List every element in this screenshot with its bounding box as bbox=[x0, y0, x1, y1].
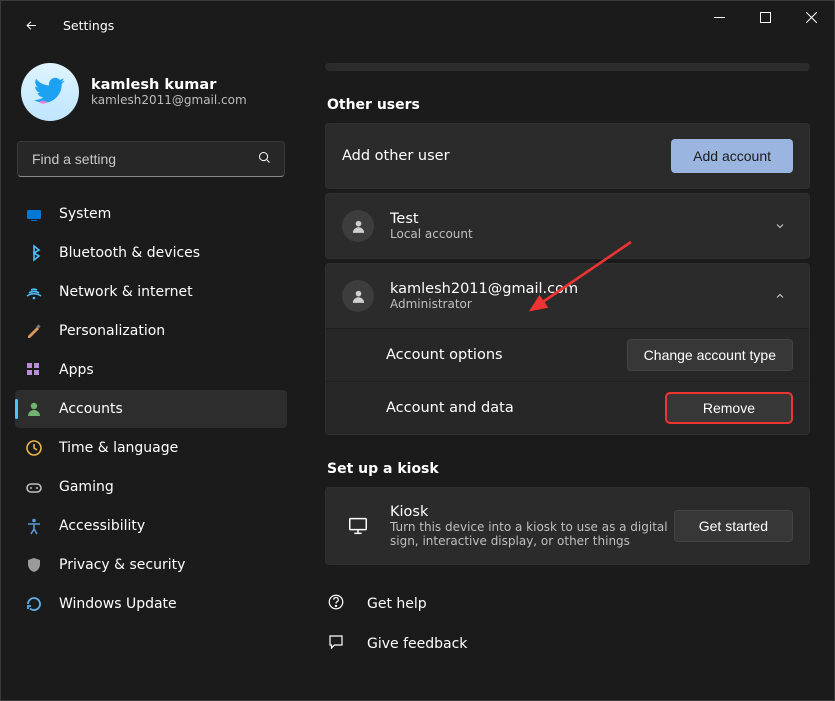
nav-label: Gaming bbox=[59, 479, 114, 495]
nav-label: Network & internet bbox=[59, 284, 193, 300]
personalization-icon bbox=[25, 322, 43, 340]
gaming-icon bbox=[25, 478, 43, 496]
maximize-button[interactable] bbox=[742, 1, 788, 33]
user-name: kamlesh2011@gmail.com bbox=[390, 281, 578, 297]
profile-name: kamlesh kumar bbox=[91, 77, 247, 93]
nav-item-privacy[interactable]: Privacy & security bbox=[15, 546, 287, 584]
apps-icon bbox=[25, 361, 43, 379]
update-icon bbox=[25, 595, 43, 613]
time-icon bbox=[25, 439, 43, 457]
kiosk-card: Kiosk Turn this device into a kiosk to u… bbox=[325, 487, 810, 565]
user-sub: Administrator bbox=[390, 297, 578, 311]
account-options-row: Account options Change account type bbox=[326, 328, 809, 381]
get-help-link[interactable]: Get help bbox=[325, 589, 810, 619]
nav-label: Personalization bbox=[59, 323, 165, 339]
nav-item-accounts[interactable]: Accounts bbox=[15, 390, 287, 428]
network-icon bbox=[25, 283, 43, 301]
account-data-label: Account and data bbox=[386, 400, 514, 416]
nav-item-time[interactable]: Time & language bbox=[15, 429, 287, 467]
bluetooth-icon bbox=[25, 244, 43, 262]
kiosk-get-started-button[interactable]: Get started bbox=[674, 510, 793, 542]
profile-email: kamlesh2011@gmail.com bbox=[91, 93, 247, 107]
close-button[interactable] bbox=[788, 1, 834, 33]
kiosk-icon bbox=[342, 510, 374, 542]
nav-item-accessibility[interactable]: Accessibility bbox=[15, 507, 287, 545]
section-other-users: Other users bbox=[327, 97, 810, 113]
user-card-test[interactable]: Test Local account bbox=[325, 193, 810, 259]
nav-label: System bbox=[59, 206, 111, 222]
nav-item-system[interactable]: System bbox=[15, 195, 287, 233]
add-other-user-label: Add other user bbox=[342, 148, 450, 164]
profile-block[interactable]: kamlesh kumar kamlesh2011@gmail.com bbox=[15, 49, 287, 141]
add-other-user-card: Add other user Add account bbox=[325, 123, 810, 189]
kiosk-title: Kiosk bbox=[390, 504, 674, 520]
nav-item-gaming[interactable]: Gaming bbox=[15, 468, 287, 506]
nav-label: Privacy & security bbox=[59, 557, 185, 573]
change-account-type-button[interactable]: Change account type bbox=[627, 339, 793, 371]
privacy-icon bbox=[25, 556, 43, 574]
nav-label: Apps bbox=[59, 362, 94, 378]
user-row[interactable]: kamlesh2011@gmail.com Administrator bbox=[326, 264, 809, 328]
remove-button[interactable]: Remove bbox=[665, 392, 793, 424]
kiosk-desc: Turn this device into a kiosk to use as … bbox=[390, 520, 670, 548]
window-title: Settings bbox=[63, 18, 114, 33]
back-button[interactable] bbox=[17, 11, 45, 39]
search-icon bbox=[257, 150, 272, 169]
accounts-icon bbox=[25, 400, 43, 418]
user-icon bbox=[342, 280, 374, 312]
accessibility-icon bbox=[25, 517, 43, 535]
nav-label: Windows Update bbox=[59, 596, 177, 612]
user-icon bbox=[342, 210, 374, 242]
help-icon bbox=[327, 593, 345, 615]
account-options-label: Account options bbox=[386, 347, 503, 363]
nav-item-personalization[interactable]: Personalization bbox=[15, 312, 287, 350]
get-help-label: Get help bbox=[367, 596, 427, 612]
avatar bbox=[21, 63, 79, 121]
search-input[interactable] bbox=[30, 150, 257, 168]
nav-item-network[interactable]: Network & internet bbox=[15, 273, 287, 311]
user-card-kamlesh: kamlesh2011@gmail.com Administrator Acco… bbox=[325, 263, 810, 435]
user-name: Test bbox=[390, 211, 473, 227]
chevron-down-icon[interactable] bbox=[767, 220, 793, 232]
nav-label: Accessibility bbox=[59, 518, 145, 534]
chevron-up-icon[interactable] bbox=[767, 290, 793, 302]
add-account-button[interactable]: Add account bbox=[671, 139, 793, 173]
search-box[interactable] bbox=[17, 141, 285, 177]
section-kiosk: Set up a kiosk bbox=[327, 461, 810, 477]
account-data-row: Account and data Remove bbox=[326, 381, 809, 434]
nav-item-update[interactable]: Windows Update bbox=[15, 585, 287, 623]
nav-item-bluetooth[interactable]: Bluetooth & devices bbox=[15, 234, 287, 272]
minimize-button[interactable] bbox=[696, 1, 742, 33]
user-sub: Local account bbox=[390, 227, 473, 241]
header-divider bbox=[325, 63, 810, 71]
nav-label: Time & language bbox=[59, 440, 178, 456]
feedback-icon bbox=[327, 633, 345, 655]
give-feedback-link[interactable]: Give feedback bbox=[325, 629, 810, 659]
nav-item-apps[interactable]: Apps bbox=[15, 351, 287, 389]
give-feedback-label: Give feedback bbox=[367, 636, 467, 652]
system-icon bbox=[25, 205, 43, 223]
nav-label: Bluetooth & devices bbox=[59, 245, 200, 261]
nav-label: Accounts bbox=[59, 401, 123, 417]
